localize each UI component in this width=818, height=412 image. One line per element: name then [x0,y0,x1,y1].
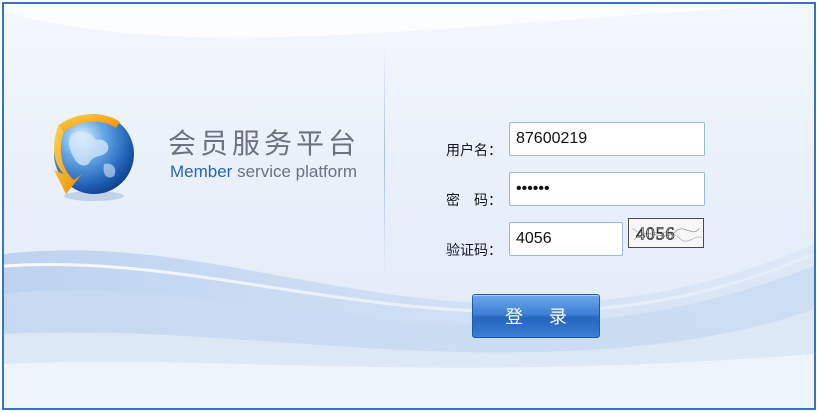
login-panel: 会员服务平台 Member service platform 用户名： 密 码：… [2,2,816,410]
captcha-label: 验证码： [446,243,502,259]
username-input[interactable] [509,122,705,156]
captcha-text: 4056 [636,224,675,244]
title-en-rest: service platform [232,162,358,181]
divider [384,44,385,274]
platform-title-en: Member service platform [170,162,357,182]
password-input[interactable] [509,172,705,206]
login-button[interactable]: 登 录 [472,294,600,338]
title-en-highlight: Member [170,162,233,181]
password-label: 密 码： [446,193,502,209]
username-label: 用户名： [446,143,502,159]
background-waves [4,4,814,408]
captcha-input[interactable] [509,222,623,256]
captcha-graphic: 4056 [632,223,702,244]
platform-title-cn: 会员服务平台 [168,127,361,160]
captcha-image[interactable]: 4056 [628,218,704,248]
globe-logo-icon [54,114,134,201]
